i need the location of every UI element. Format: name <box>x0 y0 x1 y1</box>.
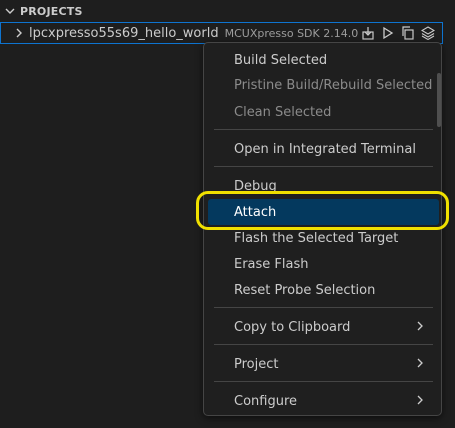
context-menu: Build Selected Pristine Build/Rebuild Se… <box>203 42 442 416</box>
project-name: lpcxpresso55s69_hello_world <box>29 25 219 41</box>
project-description: MCUXpresso SDK 2.14.0 <box>224 26 359 40</box>
menu-item-open-terminal[interactable]: Open in Integrated Terminal <box>208 136 439 162</box>
menu-item-debug[interactable]: Debug <box>208 173 439 199</box>
menu-separator <box>214 307 433 308</box>
chevron-down-icon <box>0 5 20 17</box>
menu-item-flash-target[interactable]: Flash the Selected Target <box>208 225 439 251</box>
menu-separator <box>214 344 433 345</box>
menu-item-clean-selected[interactable]: Clean Selected <box>208 99 439 125</box>
menu-item-reset-probe[interactable]: Reset Probe Selection <box>208 277 439 303</box>
menu-item-build-selected[interactable]: Build Selected <box>208 47 439 73</box>
menu-item-attach[interactable]: Attach <box>208 199 439 225</box>
chevron-right-icon <box>415 319 425 337</box>
menu-item-configure[interactable]: Configure <box>208 388 439 414</box>
section-title: PROJECTS <box>20 4 83 18</box>
chevron-right-icon <box>415 356 425 374</box>
layers-icon[interactable] <box>420 25 436 41</box>
copy-icon[interactable] <box>400 25 416 41</box>
menu-separator <box>214 166 433 167</box>
projects-section-header[interactable]: PROJECTS <box>0 0 455 22</box>
menu-item-pristine-build[interactable]: Pristine Build/Rebuild Selected <box>208 72 439 98</box>
build-icon[interactable] <box>360 25 376 41</box>
menu-separator <box>214 129 433 130</box>
menu-item-copy-to-clipboard[interactable]: Copy to Clipboard <box>208 314 439 340</box>
menu-separator <box>214 381 433 382</box>
chevron-right-icon[interactable] <box>1 27 29 39</box>
menu-item-project[interactable]: Project <box>208 351 439 377</box>
chevron-right-icon <box>415 393 425 411</box>
projects-panel: PROJECTS lpcxpresso55s69_hello_world MCU… <box>0 0 455 428</box>
menu-scrollbar[interactable] <box>437 73 441 127</box>
project-row[interactable]: lpcxpresso55s69_hello_world MCUXpresso S… <box>0 22 443 44</box>
project-actions <box>360 25 436 41</box>
menu-item-erase-flash[interactable]: Erase Flash <box>208 251 439 277</box>
run-icon[interactable] <box>380 25 396 41</box>
